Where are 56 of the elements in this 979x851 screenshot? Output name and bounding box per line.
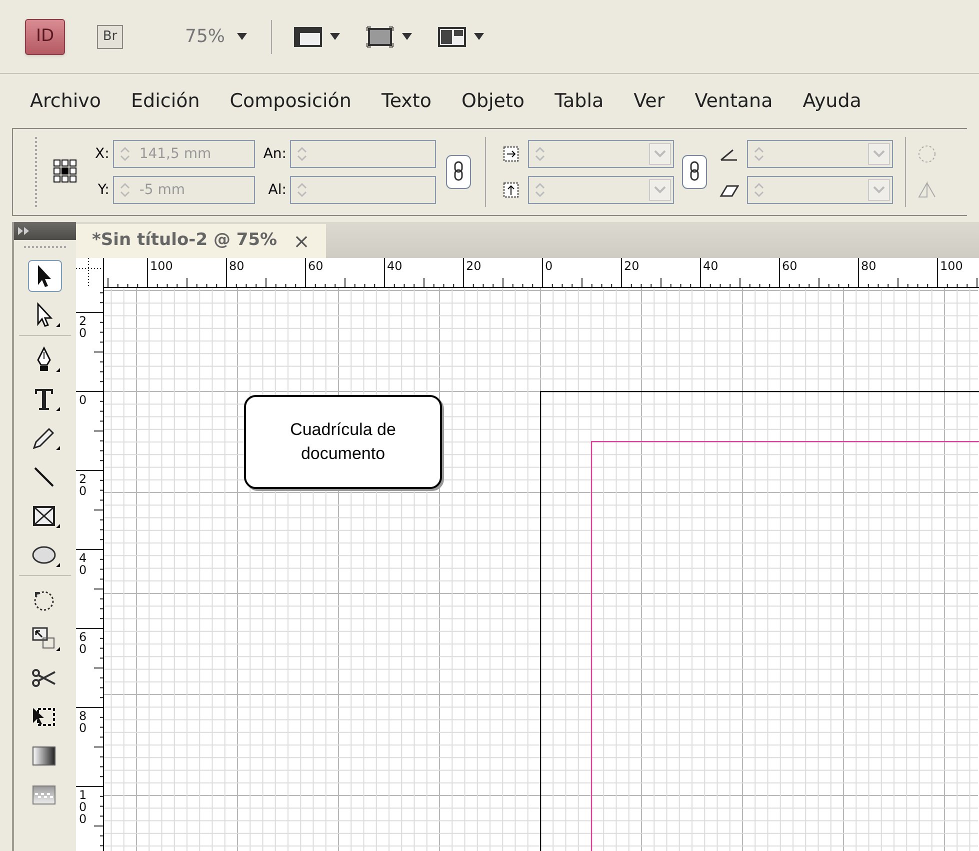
ruler-label: 40 [387,260,404,272]
menu-item[interactable]: Edición [129,86,202,116]
layout-icon [438,24,466,48]
ruler-label: 40 [703,260,720,272]
caret-icon [402,33,412,40]
reference-point-icon[interactable] [53,159,79,185]
menu-item[interactable]: Ventana [692,86,775,116]
ruler-label: 100 [940,260,964,272]
menu-item[interactable]: Texto [379,86,434,116]
tool-button[interactable] [28,260,62,292]
zoom-dropdown[interactable]: 75% [185,23,248,50]
menu-item[interactable]: Archivo [28,86,104,116]
ruler-label: 40 [79,552,87,576]
menu-item[interactable]: Ayuda [800,86,864,116]
menu-item[interactable]: Composición [228,86,354,116]
bridge-button[interactable]: Br [97,24,123,48]
screen-mode-icon [294,24,322,48]
view-mode-menu[interactable] [366,24,412,48]
layout-menu[interactable] [438,24,484,48]
app-logo[interactable]: ID [25,18,65,54]
menu-item[interactable]: Objeto [460,86,527,116]
field-label: An: [263,144,286,164]
field-label: Y: [96,180,110,200]
ruler-label: 80 [229,260,246,272]
ruler-label: 100 [79,789,87,825]
scale-tool-icon [30,625,60,653]
empty-field[interactable] [290,176,436,204]
view-mode-icon [366,24,394,48]
chain-link-icon[interactable] [682,155,708,189]
close-button[interactable]: × [293,226,310,256]
ruler-label: 60 [308,260,324,272]
caret-icon [237,33,248,40]
menu-item[interactable]: Tabla [552,86,606,116]
ruler-label: 60 [782,260,798,272]
ruler-label: 0 [545,260,554,272]
ruler-label: 60 [79,631,87,655]
field-label: Al: [267,180,286,200]
document-tab[interactable]: *Sin título-2 @ 75% × [76,224,326,258]
ruler-origin[interactable] [76,258,104,288]
callout-label: Cuadrícula de documento [244,395,442,489]
ruler-label: 20 [79,315,87,339]
ruler-label: 20 [624,260,640,272]
ruler-label: 80 [79,710,87,734]
caret-icon [330,33,340,40]
ruler-label: 80 [861,260,878,272]
ruler-label: 20 [466,260,482,272]
ruler-label: 100 [150,260,174,272]
empty-field[interactable] [290,140,436,168]
collapse-arrows-icon[interactable] [18,227,30,235]
ruler-label: 20 [79,473,87,497]
menu-item[interactable]: Ver [632,86,667,116]
field-label: X: [95,144,110,164]
caret-icon [474,33,484,40]
ruler-label: 0 [79,394,87,406]
chain-link-icon[interactable] [446,155,472,189]
screen-mode-menu[interactable] [294,24,340,48]
